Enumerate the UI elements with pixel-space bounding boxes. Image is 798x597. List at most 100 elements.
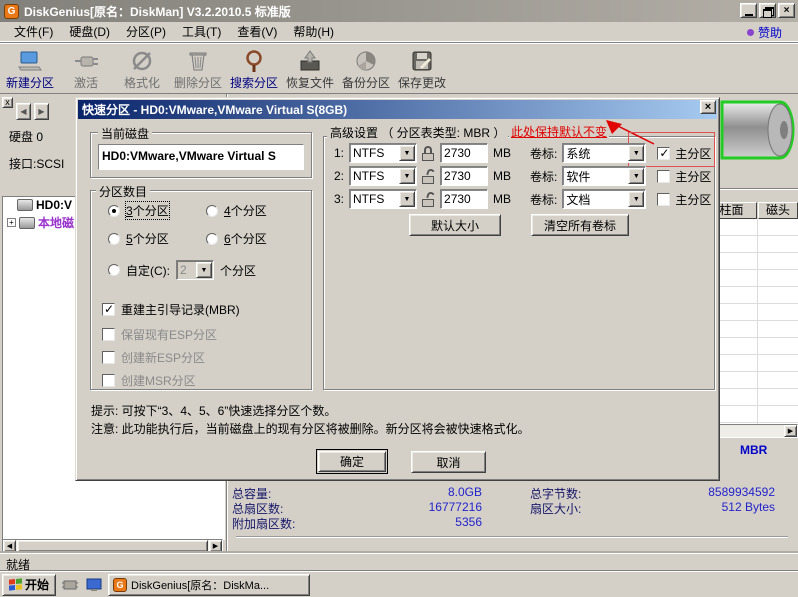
checkbox-icon (102, 328, 115, 341)
restore-button[interactable] (759, 3, 776, 18)
checkbox-create-msr[interactable]: 创建MSR分区 (102, 372, 196, 389)
arrow-right-icon: ▶ (38, 107, 44, 116)
volume-label-select[interactable]: 软件 ▼ (562, 166, 646, 186)
minimize-button[interactable] (740, 3, 757, 18)
ok-button[interactable]: 确定 (316, 449, 388, 474)
menu-tools[interactable]: 工具(T) (174, 21, 229, 42)
nav-back-button[interactable]: ◀ (16, 103, 31, 120)
checkbox-keep-esp[interactable]: 保留现有ESP分区 (102, 326, 217, 343)
nav-forward-button[interactable]: ▶ (34, 103, 49, 120)
radio-3-partitions[interactable]: 3个分区 (108, 202, 169, 219)
volume-caption: 卷标: (530, 168, 557, 185)
toolbar-button-backup-partition[interactable]: 备份分区 (338, 45, 394, 93)
primary-checkbox-icon[interactable] (657, 193, 670, 206)
disk-icon (17, 199, 33, 211)
lock-closed-icon[interactable] (422, 146, 435, 161)
column-header-head[interactable]: 磁头 (758, 202, 798, 219)
toolbar-button-format[interactable]: 格式化 (114, 45, 170, 93)
taskbar-task-diskgenius[interactable]: G DiskGenius[原名：DiskMa... (108, 574, 310, 596)
grid-line (757, 219, 758, 424)
recover-files-icon (297, 49, 323, 73)
radio-5-partitions[interactable]: 5个分区 (108, 230, 169, 247)
menu-bar: 文件(F) 硬盘(D) 分区(P) 工具(T) 查看(V) 帮助(H) 赞助 (0, 22, 798, 42)
window-titlebar: G DiskGenius[原名：DiskMan] V3.2.2010.5 标准版 (0, 0, 798, 22)
panel-close-button[interactable]: x (2, 97, 13, 108)
partition-row-3: 3: NTFS ▼ 2730 MB 卷标: 文档 ▼ 主分区 (334, 189, 711, 209)
quick-launch-chip-icon[interactable] (60, 576, 80, 594)
menu-help[interactable]: 帮助(H) (285, 21, 342, 42)
primary-checkbox-checked-icon[interactable] (657, 147, 670, 160)
custom-count-select[interactable]: 2 ▼ (176, 260, 214, 280)
checkbox-label: 创建新ESP分区 (121, 349, 205, 366)
menu-file[interactable]: 文件(F) (6, 21, 61, 42)
checkbox-rebuild-mbr[interactable]: 重建主引导记录(MBR) (102, 301, 240, 318)
primary-label: 主分区 (675, 168, 711, 185)
toolbar-label: 激活 (74, 74, 98, 91)
checkbox-label: 重建主引导记录(MBR) (121, 301, 240, 318)
checkbox-create-esp[interactable]: 创建新ESP分区 (102, 349, 205, 366)
delete-partition-icon (185, 49, 211, 73)
toolbar: 新建分区 激活 格式化 删除分区 搜索分区 恢复文件 备份分区 保存更改 (0, 42, 798, 94)
size-input[interactable]: 2730 (440, 189, 488, 209)
menu-view[interactable]: 查看(V) (229, 21, 285, 42)
scrollbar-thumb[interactable] (17, 540, 208, 552)
radio-selected-icon (108, 205, 120, 217)
toolbar-button-new-partition[interactable]: 新建分区 (2, 45, 58, 93)
dialog-close-button[interactable]: × (700, 100, 716, 114)
chevron-down-icon: ▼ (399, 145, 415, 161)
tree-item-label: HD0:V (36, 198, 72, 212)
toolbar-button-search-partition[interactable]: 搜索分区 (226, 45, 282, 93)
app-logo-icon: G (113, 578, 127, 592)
volume-label-select[interactable]: 文档 ▼ (562, 189, 646, 209)
taskbar: 开始 G DiskGenius[原名：DiskMa... (0, 571, 798, 597)
size-input[interactable]: 2730 (440, 143, 488, 163)
radio-custom-partitions[interactable]: 自定(C): 2 ▼ 个分区 (108, 260, 256, 280)
lock-open-icon[interactable] (422, 192, 435, 207)
quick-launch-desktop-icon[interactable] (84, 576, 104, 594)
info-value: 5356 (340, 515, 482, 529)
disk-interface-label: 接口:SCSI (9, 155, 64, 172)
row-number: 3: (334, 192, 344, 206)
toolbar-button-activate[interactable]: 激活 (58, 45, 114, 93)
radio-icon (108, 233, 120, 245)
checkbox-label: 创建MSR分区 (121, 372, 196, 389)
cancel-button[interactable]: 取消 (411, 451, 486, 473)
toolbar-button-save-changes[interactable]: 保存更改 (394, 45, 450, 93)
menu-disk[interactable]: 硬盘(D) (61, 21, 118, 42)
quick-partition-dialog: 快速分区 - HD0:VMware,VMware Virtual S(8GB) … (75, 97, 720, 481)
format-icon (129, 49, 155, 73)
filesystem-select[interactable]: NTFS ▼ (349, 189, 417, 209)
scroll-left-icon[interactable]: ◀ (3, 540, 16, 552)
mbr-label: MBR (740, 443, 767, 457)
tree-horizontal-scrollbar[interactable]: ◀ ▶ (2, 539, 223, 553)
toolbar-label: 删除分区 (174, 74, 222, 91)
volume-label-select[interactable]: 系统 ▼ (562, 143, 646, 163)
clear-labels-button[interactable]: 清空所有卷标 (531, 214, 629, 236)
toolbar-button-delete-partition[interactable]: 删除分区 (170, 45, 226, 93)
backup-partition-icon (353, 49, 379, 73)
primary-checkbox-icon[interactable] (657, 170, 670, 183)
filesystem-select[interactable]: NTFS ▼ (349, 166, 417, 186)
partition-row-2: 2: NTFS ▼ 2730 MB 卷标: 软件 ▼ 主分区 (334, 166, 711, 186)
filesystem-select[interactable]: NTFS ▼ (349, 143, 417, 163)
sponsor-link[interactable]: 赞助 (747, 24, 782, 41)
toolbar-label: 新建分区 (6, 74, 54, 91)
start-button[interactable]: 开始 (2, 574, 56, 596)
radio-label: 4个分区 (224, 202, 267, 219)
close-button[interactable]: × (778, 3, 795, 18)
radio-6-partitions[interactable]: 6个分区 (206, 230, 267, 247)
tip-text: 提示: 可按下“3、4、5、6”快速选择分区个数。 (91, 402, 336, 419)
scroll-right-icon[interactable]: ▶ (209, 540, 222, 552)
expand-plus-icon[interactable]: + (7, 218, 16, 227)
custom-count-suffix: 个分区 (220, 262, 256, 279)
default-size-button[interactable]: 默认大小 (409, 214, 501, 236)
size-input[interactable]: 2730 (440, 166, 488, 186)
task-label: DiskGenius[原名：DiskMa... (131, 577, 269, 593)
toolbar-button-recover-files[interactable]: 恢复文件 (282, 45, 338, 93)
lock-open-icon[interactable] (422, 169, 435, 184)
current-disk-value[interactable]: HD0:VMware,VMware Virtual S (98, 144, 304, 170)
scroll-right-icon[interactable]: ▶ (784, 425, 797, 437)
radio-4-partitions[interactable]: 4个分区 (206, 202, 267, 219)
menu-partition[interactable]: 分区(P) (118, 21, 174, 42)
save-changes-icon (409, 49, 435, 73)
